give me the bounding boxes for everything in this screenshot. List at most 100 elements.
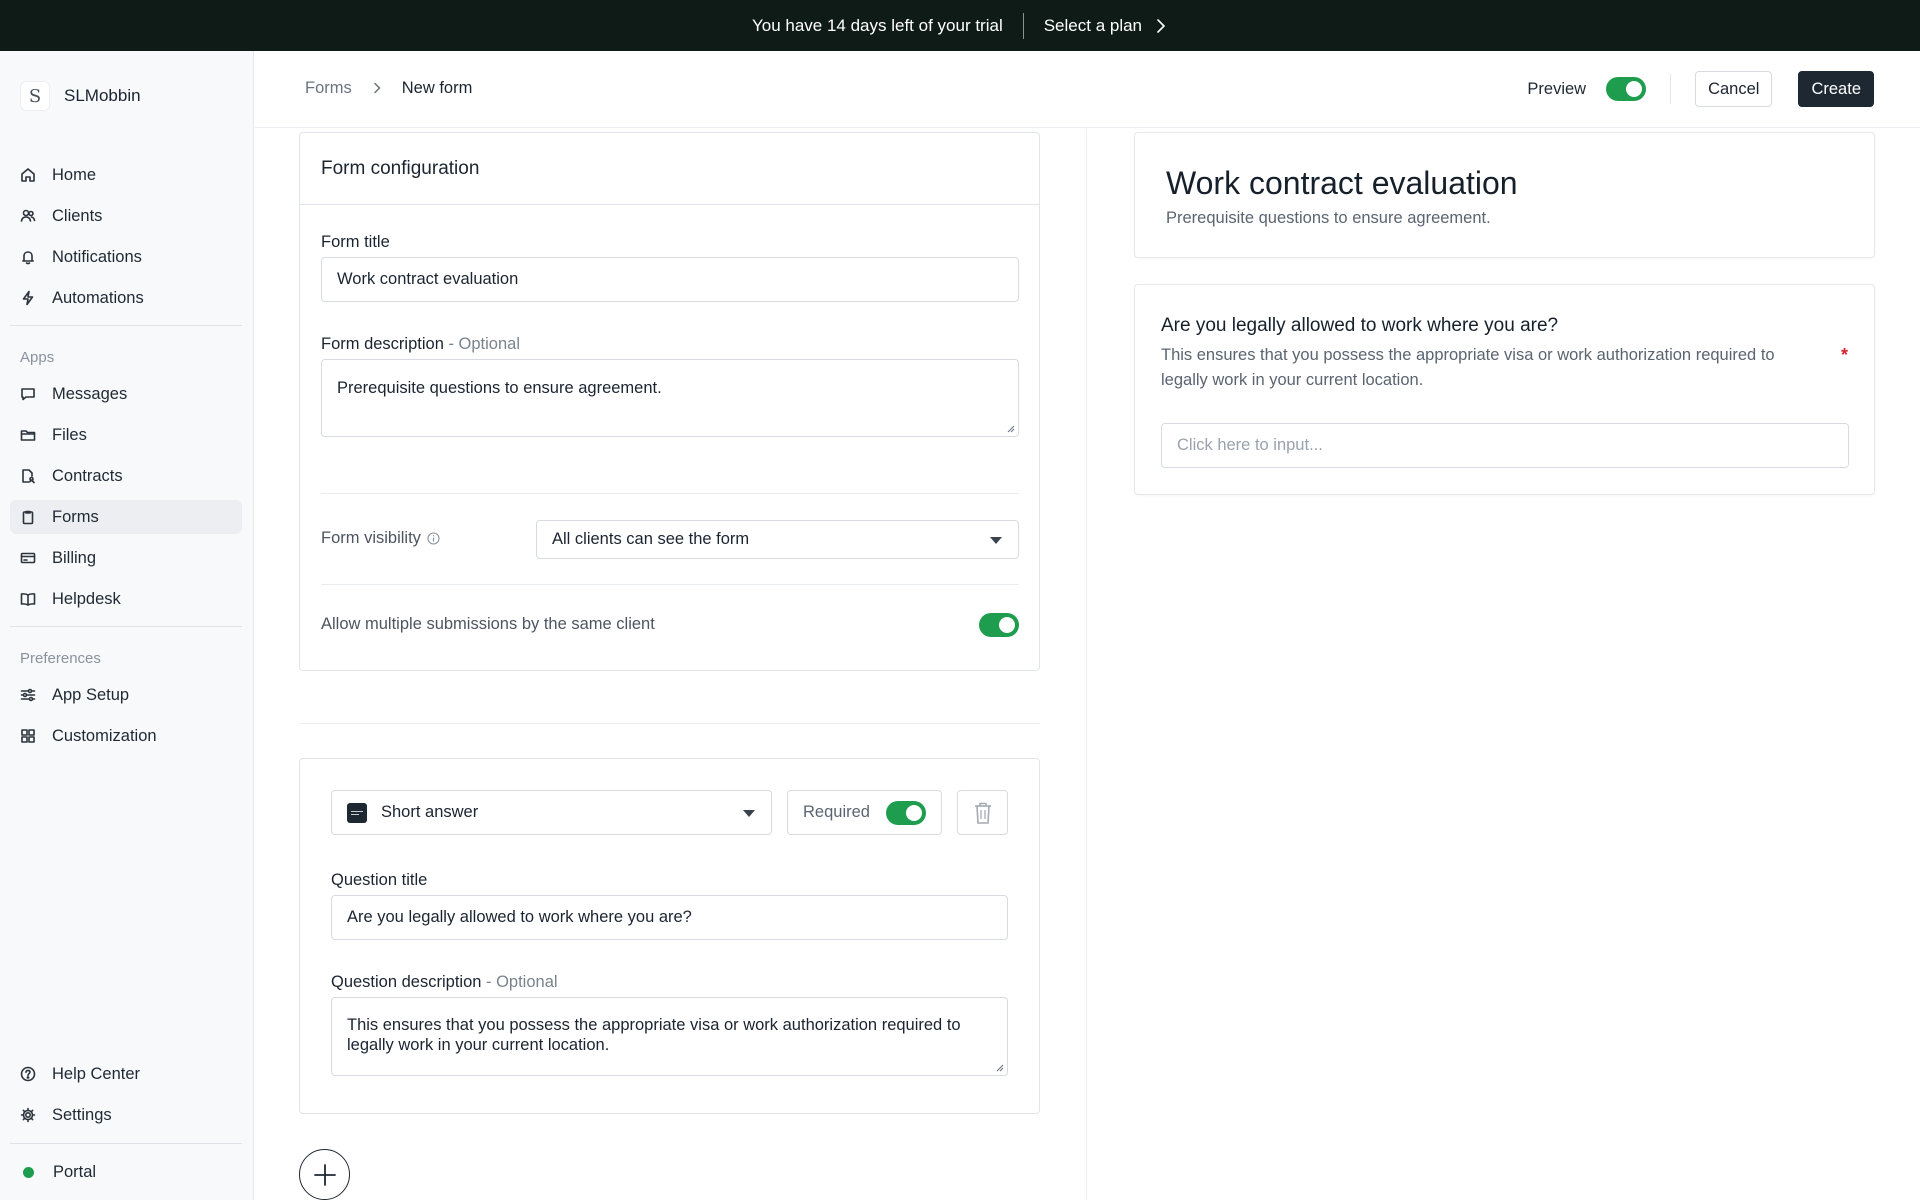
preview-form-title: Work contract evaluation [1166,165,1518,201]
sidebar-item-home[interactable]: Home [10,158,242,192]
form-visibility-label-text: Form visibility [321,529,421,547]
sidebar-item-label: Clients [52,206,103,225]
sidebar-group-apps: Apps [20,349,55,366]
cancel-button[interactable]: Cancel [1695,71,1773,107]
form-description-value: Prerequisite questions to ensure agreeme… [337,379,662,397]
sidebar-item-label: Automations [52,288,144,307]
preview-answer-input[interactable] [1161,423,1849,468]
question-title-input[interactable]: Are you legally allowed to work where yo… [331,895,1008,940]
question-description-label: Question description - Optional [331,973,558,992]
sidebar-item-label: Billing [52,548,97,567]
form-visibility-select[interactable]: All clients can see the form [536,520,1019,559]
question-description-value: This ensures that you possess the approp… [347,1016,961,1054]
create-button[interactable]: Create [1798,71,1874,107]
sidebar-item-messages[interactable]: Messages [10,377,242,411]
sidebar: S SLMobbin Home Clients Notifications Au… [0,51,254,1200]
resize-grip-icon[interactable] [1006,424,1015,433]
banner-separator [1022,12,1024,39]
sidebar-item-label: Help Center [52,1064,141,1083]
home-icon [21,168,35,182]
sidebar-item-label: Portal [53,1162,97,1181]
users-icon [20,209,36,222]
workspace-brand[interactable]: S SLMobbin [20,81,141,111]
preview-toggle[interactable] [1606,77,1647,101]
header-actions: Preview Cancel Create [1527,71,1874,107]
breadcrumb-current: New form [401,79,473,97]
gear-icon [20,1107,36,1123]
required-marker: * [1840,345,1848,365]
delete-question-button[interactable] [957,790,1008,835]
sidebar-item-label: Contracts [52,466,123,485]
preview-header-card: Work contract evaluation Prerequisite qu… [1134,132,1875,258]
form-editor: Form configuration Form title Work contr… [255,129,1087,1200]
trial-text: You have 14 days left of your trial [751,15,1003,35]
sidebar-item-label: Helpdesk [52,589,121,608]
multiple-submissions-toggle[interactable] [979,613,1019,637]
book-icon [20,593,36,606]
chevron-right-icon [1157,18,1166,33]
question-description-textarea[interactable]: This ensures that you possess the approp… [331,997,1008,1076]
info-icon[interactable] [427,532,440,545]
form-title-input[interactable]: Work contract evaluation [321,257,1019,302]
multiple-submissions-label: Allow multiple submissions by the same c… [321,615,655,633]
section-divider [299,723,1040,724]
breadcrumb-forms-link[interactable]: Forms [305,79,352,98]
trash-icon [974,802,991,824]
preview-question-description: This ensures that you possess the approp… [1161,346,1775,389]
sidebar-item-customization[interactable]: Customization [10,719,242,753]
sidebar-item-forms[interactable]: Forms [10,500,242,534]
sidebar-item-app-setup[interactable]: App Setup [10,678,242,712]
question-type-value: Short answer [381,803,479,821]
help-circle-icon [20,1066,36,1082]
sidebar-item-contracts[interactable]: Contracts [10,459,242,493]
form-description-label-text: Form description [321,335,444,353]
sidebar-item-files[interactable]: Files [10,418,242,452]
optional-suffix: - Optional [443,335,520,353]
sidebar-item-label: Home [52,165,97,184]
add-question-button[interactable] [299,1149,350,1200]
sidebar-item-automations[interactable]: Automations [10,281,242,315]
form-description-textarea[interactable]: Prerequisite questions to ensure agreeme… [321,359,1019,437]
contract-icon [22,469,35,484]
form-configuration-card: Form configuration Form title Work contr… [299,132,1040,671]
sidebar-item-billing[interactable]: Billing [10,541,242,575]
sliders-icon [20,688,36,702]
question-description-label-text: Question description [331,973,482,991]
bolt-icon [22,290,34,306]
form-title-label-text: Form title [321,233,390,251]
preview-label: Preview [1527,79,1587,98]
plus-icon [313,1163,336,1186]
sidebar-item-label: App Setup [52,685,130,704]
sidebar-item-label: Forms [52,507,99,526]
form-visibility-label: Form visibility [321,529,440,548]
question-type-select[interactable]: Short answer [331,790,772,835]
question-title-value: Are you legally allowed to work where yo… [347,908,692,926]
credit-card-icon [20,552,36,564]
page-header: Forms New form Preview Cancel Create [255,51,1920,128]
breadcrumb: Forms New form [305,79,472,98]
question-card: Short answer Required Question title Are… [299,758,1040,1114]
required-toggle[interactable] [886,800,926,825]
sidebar-item-label: Messages [52,384,128,403]
workspace-name: SLMobbin [64,86,141,105]
folder-icon [20,430,36,441]
grid-icon [21,729,35,743]
sidebar-item-notifications[interactable]: Notifications [10,240,242,274]
sidebar-item-helpdesk[interactable]: Helpdesk [10,582,242,616]
sidebar-item-label: Files [52,425,87,444]
required-control: Required [787,790,942,835]
resize-grip-icon[interactable] [995,1063,1004,1072]
sidebar-item-label: Settings [52,1105,112,1124]
select-plan-link[interactable]: Select a plan [1044,16,1168,36]
sidebar-item-portal[interactable]: Portal [10,1155,242,1189]
required-label: Required [803,803,870,821]
form-preview: Work contract evaluation Prerequisite qu… [1088,129,1920,1200]
optional-suffix: - Optional [481,973,558,991]
sidebar-item-clients[interactable]: Clients [10,199,242,233]
chevron-down-icon [743,809,755,817]
config-divider [321,493,1019,494]
workspace-logo: S [20,81,50,111]
sidebar-item-settings[interactable]: Settings [10,1098,242,1132]
sidebar-item-help-center[interactable]: Help Center [10,1057,242,1091]
bell-icon [22,251,34,265]
